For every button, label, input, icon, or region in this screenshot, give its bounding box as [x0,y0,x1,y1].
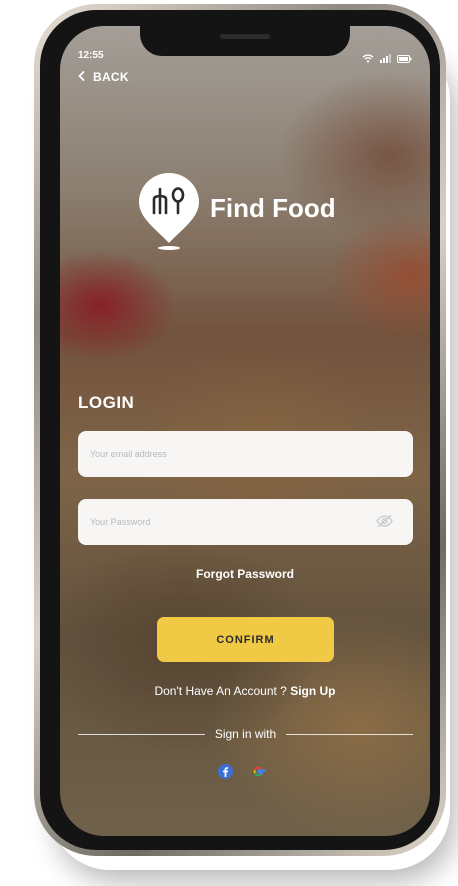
signup-link[interactable]: Sign Up [290,684,335,698]
back-button[interactable]: BACK [78,70,129,84]
confirm-button[interactable]: CONFIRM [157,617,334,662]
brand-name: Find Food [210,193,336,223]
fork-spoon-pin-icon [138,171,200,256]
signal-icon [380,50,391,68]
email-field[interactable] [78,431,413,477]
speaker-grille [220,34,270,39]
divider-line-right [286,733,413,735]
email-field-container [78,431,413,477]
facebook-icon[interactable] [218,764,233,784]
page: 12:55 BACK Find Food LOGIN Your email ad… [0,0,458,886]
notch [140,26,350,56]
login-title: LOGIN [78,393,135,412]
status-icons [362,50,412,68]
divider-line-left [78,733,205,735]
signup-prompt: Don't Have An Account ? [154,684,287,698]
google-icon[interactable] [251,764,266,784]
eye-off-icon[interactable] [376,514,393,533]
signup-prompt-row: Don't Have An Account ? Sign Up [60,684,430,698]
battery-icon [397,50,412,68]
chevron-left-icon [78,70,85,84]
login-screen: 12:55 BACK Find Food LOGIN Your email ad… [60,26,430,836]
password-field[interactable] [78,499,413,545]
social-login-buttons [218,764,266,784]
wifi-icon [362,50,374,68]
back-label: BACK [93,70,129,84]
status-time: 12:55 [78,50,104,61]
password-field-container [78,499,413,545]
brand-logo: Find Food [138,171,336,256]
social-divider: Sign in with [78,727,413,741]
divider-label: Sign in with [214,727,277,741]
phone-screen: 12:55 BACK Find Food LOGIN Your email ad… [60,26,430,836]
forgot-password-link[interactable]: Forgot Password [60,567,430,581]
